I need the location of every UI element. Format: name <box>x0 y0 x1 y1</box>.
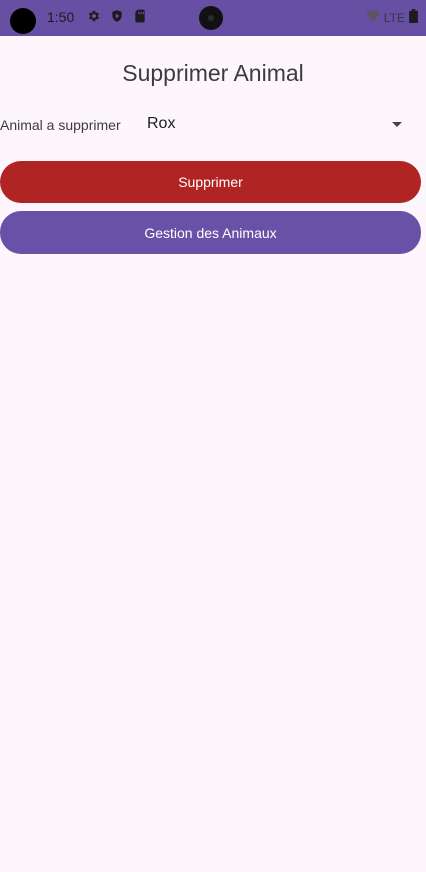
status-bar: 1:50 LTE <box>0 0 426 36</box>
wifi-icon <box>365 10 380 25</box>
dropdown-arrow-icon <box>392 122 402 127</box>
status-time: 1:50 <box>47 9 75 25</box>
animal-field-label: Animal a supprimer <box>0 117 121 133</box>
selected-animal: Rox <box>147 115 176 132</box>
animal-dropdown[interactable]: Rox <box>137 106 411 144</box>
camera-cutout <box>10 8 36 34</box>
delete-button[interactable]: Supprimer <box>0 161 421 203</box>
sim-card-icon <box>133 9 147 23</box>
front-camera <box>199 6 223 30</box>
battery-icon <box>409 9 418 26</box>
settings-icon <box>87 9 101 23</box>
manage-animals-button[interactable]: Gestion des Animaux <box>0 211 421 254</box>
status-right-group: LTE <box>365 9 418 26</box>
network-label: LTE <box>383 10 405 25</box>
page-title: Supprimer Animal <box>122 60 304 86</box>
play-protect-icon <box>110 9 124 23</box>
